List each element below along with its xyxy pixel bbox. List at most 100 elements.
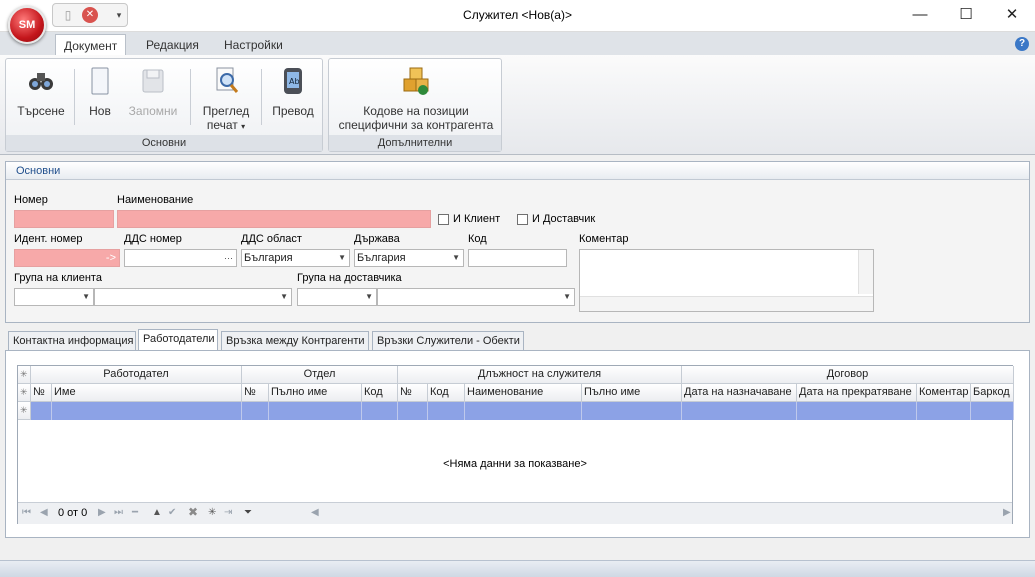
new-row-cell[interactable]	[428, 402, 465, 420]
new-row-cell[interactable]	[398, 402, 428, 420]
print-preview-button[interactable]: Преглед печат ▾	[196, 65, 256, 135]
asterisk-icon[interactable]: ✳	[208, 507, 216, 518]
col-department-no[interactable]: №	[242, 384, 269, 402]
ellipsis-icon[interactable]: ···	[224, 250, 233, 266]
supplier-checkbox-label: И Доставчик	[532, 213, 596, 225]
new-row-cell[interactable]	[465, 402, 582, 420]
band-position: Длъжност на служителя	[398, 366, 682, 384]
help-icon[interactable]: ?	[1015, 37, 1029, 51]
title-bar: ▯ ✕ ▾ Служител <Нов(а)> — ☐ ✕	[0, 0, 1035, 32]
new-row-cell[interactable]	[797, 402, 917, 420]
maximize-button[interactable]: ☐	[943, 0, 989, 32]
cancel-icon[interactable]: ✖	[188, 505, 198, 519]
up-icon[interactable]: ▲	[152, 507, 162, 518]
grid-corner-icon[interactable]: ✳	[18, 366, 31, 384]
ident-field[interactable]: ->	[14, 249, 120, 267]
new-row-cell[interactable]	[971, 402, 1014, 420]
tab-edit[interactable]: Редакция	[138, 34, 207, 56]
new-row-cell[interactable]	[269, 402, 362, 420]
supplier-group-name-select[interactable]: ▼	[377, 288, 575, 306]
partner-codes-label-2: специфични за контрагента	[338, 118, 494, 132]
new-row-cell[interactable]	[31, 402, 52, 420]
new-button[interactable]: Нов	[78, 65, 122, 135]
new-row-cell[interactable]	[682, 402, 797, 420]
first-page-icon[interactable]: ⏮	[22, 507, 31, 518]
col-position-no[interactable]: №	[398, 384, 428, 402]
close-button[interactable]: ✕	[989, 0, 1035, 32]
chevron-down-icon: ▾	[241, 122, 246, 131]
app-menu-orb[interactable]: SM	[8, 6, 46, 44]
col-position-name[interactable]: Наименование	[465, 384, 582, 402]
prev-page-icon[interactable]: ◀	[40, 507, 48, 518]
vat-region-select[interactable]: България ▼	[241, 249, 350, 267]
translate-button[interactable]: Ab Превод	[266, 65, 320, 135]
supplier-checkbox[interactable]	[517, 214, 528, 225]
col-position-fullname[interactable]: Пълно име	[582, 384, 682, 402]
last-page-icon[interactable]: ⏭	[114, 507, 123, 518]
code-label: Код	[468, 233, 487, 245]
name-field[interactable]	[117, 210, 431, 228]
band-employer: Работодател	[31, 366, 242, 384]
ribbon-group-main: Търсене Нов Запомни Преглед печат ▾ Ab П…	[5, 58, 323, 152]
code-field[interactable]	[468, 249, 567, 267]
page-indicator: 0 от 0	[58, 507, 88, 519]
search-button[interactable]: Търсене	[10, 65, 72, 135]
tab-document[interactable]: Документ	[55, 34, 127, 56]
supplier-group-label: Група на доставчика	[297, 272, 402, 284]
col-department-fullname[interactable]: Пълно име	[269, 384, 362, 402]
new-row-cell[interactable]	[242, 402, 269, 420]
tab-employers[interactable]: Работодатели	[138, 329, 218, 351]
scroll-left-icon[interactable]: ◀	[311, 507, 319, 518]
col-barcode[interactable]: Баркод	[971, 384, 1014, 402]
vertical-scrollbar[interactable]	[858, 250, 873, 294]
tab-employee-site-links[interactable]: Връзки Служители - Обекти	[372, 331, 524, 351]
new-row-cell[interactable]	[917, 402, 971, 420]
filter-icon[interactable]: ⏷	[244, 507, 252, 518]
minimize-button[interactable]: —	[897, 0, 943, 32]
col-department-code[interactable]: Код	[362, 384, 398, 402]
tab-partner-relations[interactable]: Връзка между Контрагенти	[221, 331, 369, 351]
main-panel: Основни Номер Наименование И Клиент И До…	[5, 161, 1030, 323]
vat-number-field[interactable]: ···	[124, 249, 237, 267]
new-document-icon	[91, 67, 109, 95]
client-checkbox[interactable]	[438, 214, 449, 225]
tab-settings[interactable]: Настройки	[216, 34, 291, 56]
col-employer-name[interactable]: Име	[52, 384, 242, 402]
comment-textarea[interactable]	[579, 249, 874, 312]
employers-grid[interactable]: ✳ Работодател Отдел Длъжност на служител…	[17, 365, 1014, 524]
grid-navigator: ⏮ ◀ 0 от 0 ▶ ⏭ ━ ▲ ✔ ✖ ✳ ⇥ ⏷ ◀ ▶	[18, 502, 1012, 524]
chevron-down-icon: ▼	[563, 292, 571, 301]
print-preview-label-1: Преглед	[202, 104, 250, 118]
country-select[interactable]: България ▼	[354, 249, 464, 267]
col-comment[interactable]: Коментар	[917, 384, 971, 402]
separator	[74, 69, 75, 125]
horizontal-scrollbar[interactable]	[580, 296, 873, 311]
new-row-cell[interactable]	[52, 402, 242, 420]
number-field[interactable]	[14, 210, 114, 228]
partner-codes-button[interactable]: Кодове на позиции специфични за контраге…	[331, 65, 501, 135]
tab-contact-info[interactable]: Контактна информация	[8, 331, 136, 351]
supplier-group-code-select[interactable]: ▼	[297, 288, 377, 306]
row-header-icon: ✳	[18, 384, 31, 402]
col-hire-date[interactable]: Дата на назначаване	[682, 384, 797, 402]
save-button[interactable]: Запомни	[124, 65, 182, 135]
new-row-indicator-icon: ✳	[18, 402, 31, 420]
new-row-cell[interactable]	[582, 402, 682, 420]
client-group-name-select[interactable]: ▼	[94, 288, 292, 306]
col-termination-date[interactable]: Дата на прекратяване	[797, 384, 917, 402]
scroll-right-icon[interactable]: ▶	[1003, 507, 1011, 518]
translate-icon: Ab	[284, 68, 302, 94]
name-label: Наименование	[117, 194, 194, 206]
comment-label: Коментар	[579, 233, 629, 245]
next-page-icon[interactable]: ▶	[98, 507, 106, 518]
print-preview-label-2: печат ▾	[206, 118, 246, 132]
search-label: Търсене	[17, 104, 65, 118]
col-employer-no[interactable]: №	[31, 384, 52, 402]
delete-icon[interactable]: ━	[132, 507, 138, 518]
col-position-code[interactable]: Код	[428, 384, 465, 402]
new-row-cell[interactable]	[362, 402, 398, 420]
append-icon[interactable]: ⇥	[224, 507, 232, 518]
floppy-disk-icon	[142, 69, 164, 93]
client-group-code-select[interactable]: ▼	[14, 288, 94, 306]
checkmark-icon[interactable]: ✔	[168, 507, 176, 518]
